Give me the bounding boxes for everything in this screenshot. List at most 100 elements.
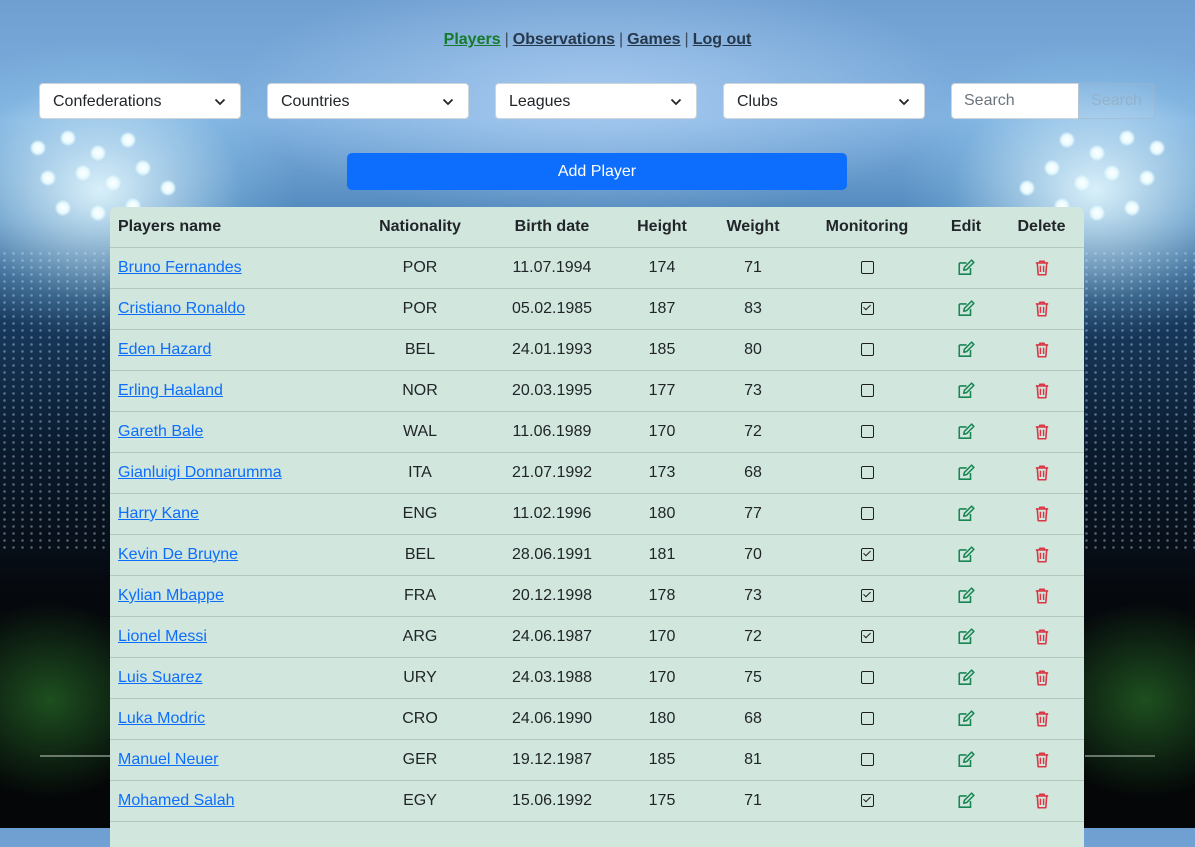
monitoring-checkbox[interactable] xyxy=(860,261,874,275)
player-name-link[interactable]: Eden Hazard xyxy=(118,341,211,358)
trash-icon[interactable] xyxy=(1033,751,1051,768)
edit-icon[interactable] xyxy=(957,423,975,440)
cell-weight: 68 xyxy=(705,452,801,494)
leagues-select[interactable]: Leagues xyxy=(495,83,697,119)
cell-birth-date: 20.12.1998 xyxy=(485,575,619,617)
edit-icon[interactable] xyxy=(957,505,975,522)
nav-observations-link[interactable]: Observations xyxy=(513,31,615,48)
cell-nationality: EGY xyxy=(355,780,485,822)
trash-icon[interactable] xyxy=(1033,710,1051,727)
edit-icon[interactable] xyxy=(957,546,975,563)
search-input[interactable] xyxy=(951,83,1079,119)
cell-birth-date: 24.06.1990 xyxy=(485,698,619,740)
player-name-link[interactable]: Erling Haaland xyxy=(118,382,223,399)
trash-icon[interactable] xyxy=(1033,300,1051,317)
clubs-select[interactable]: Clubs xyxy=(723,83,925,119)
monitoring-checkbox[interactable] xyxy=(860,712,874,726)
table-row: Cristiano Ronaldo POR 05.02.1985 187 83 xyxy=(110,288,1084,330)
cell-height: 180 xyxy=(619,698,705,740)
floodlight-dot xyxy=(1089,145,1105,161)
edit-icon[interactable] xyxy=(957,628,975,645)
players-table: Players name Nationality Birth date Heig… xyxy=(110,207,1084,822)
monitoring-checkbox[interactable] xyxy=(860,753,874,767)
edit-icon[interactable] xyxy=(957,382,975,399)
edit-icon[interactable] xyxy=(957,300,975,317)
monitoring-checkbox[interactable] xyxy=(860,425,874,439)
search-button[interactable]: Search xyxy=(1078,83,1155,119)
monitoring-checkbox[interactable] xyxy=(860,794,874,808)
cell-player-name: Luis Suarez xyxy=(110,657,355,699)
add-player-button[interactable]: Add Player xyxy=(347,153,847,190)
edit-icon[interactable] xyxy=(957,710,975,727)
player-name-link[interactable]: Manuel Neuer xyxy=(118,751,219,768)
edit-icon[interactable] xyxy=(957,669,975,686)
player-name-link[interactable]: Cristiano Ronaldo xyxy=(118,300,245,317)
floodlight-dot xyxy=(1149,140,1165,156)
nav-logout-link[interactable]: Log out xyxy=(693,31,752,48)
column-header-delete: Delete xyxy=(999,207,1084,248)
monitoring-checkbox[interactable] xyxy=(860,466,874,480)
cell-weight: 72 xyxy=(705,616,801,658)
cell-height: 178 xyxy=(619,575,705,617)
cell-weight: 73 xyxy=(705,370,801,412)
edit-icon[interactable] xyxy=(957,259,975,276)
trash-icon[interactable] xyxy=(1033,792,1051,809)
edit-icon[interactable] xyxy=(957,751,975,768)
player-name-link[interactable]: Mohamed Salah xyxy=(118,792,235,809)
cell-birth-date: 11.07.1994 xyxy=(485,247,619,289)
player-name-link[interactable]: Bruno Fernandes xyxy=(118,259,242,276)
table-row: Lionel Messi ARG 24.06.1987 170 72 xyxy=(110,616,1084,658)
cell-birth-date: 20.03.1995 xyxy=(485,370,619,412)
cell-nationality: CRO xyxy=(355,698,485,740)
player-name-link[interactable]: Lionel Messi xyxy=(118,628,207,645)
cell-height: 187 xyxy=(619,288,705,330)
cell-nationality: ITA xyxy=(355,452,485,494)
trash-icon[interactable] xyxy=(1033,464,1051,481)
trash-icon[interactable] xyxy=(1033,341,1051,358)
edit-icon[interactable] xyxy=(957,587,975,604)
cell-delete xyxy=(999,534,1084,576)
player-name-link[interactable]: Luis Suarez xyxy=(118,669,203,686)
player-name-link[interactable]: Harry Kane xyxy=(118,505,199,522)
player-name-link[interactable]: Luka Modric xyxy=(118,710,205,727)
cell-monitoring xyxy=(801,698,933,740)
trash-icon[interactable] xyxy=(1033,587,1051,604)
trash-icon[interactable] xyxy=(1033,505,1051,522)
confederations-select[interactable]: Confederations xyxy=(39,83,241,119)
cell-birth-date: 19.12.1987 xyxy=(485,739,619,781)
trash-icon[interactable] xyxy=(1033,259,1051,276)
table-row: Mohamed Salah EGY 15.06.1992 175 71 xyxy=(110,780,1084,822)
cell-delete xyxy=(999,247,1084,289)
cell-birth-date: 24.03.1988 xyxy=(485,657,619,699)
player-name-link[interactable]: Kevin De Bruyne xyxy=(118,546,238,563)
monitoring-checkbox[interactable] xyxy=(860,548,874,562)
cell-height: 173 xyxy=(619,452,705,494)
trash-icon[interactable] xyxy=(1033,423,1051,440)
monitoring-checkbox[interactable] xyxy=(860,589,874,603)
trash-icon[interactable] xyxy=(1033,382,1051,399)
player-name-link[interactable]: Gianluigi Donnarumma xyxy=(118,464,282,481)
nav-separator: | xyxy=(619,31,624,48)
edit-icon[interactable] xyxy=(957,341,975,358)
monitoring-checkbox[interactable] xyxy=(860,630,874,644)
edit-icon[interactable] xyxy=(957,792,975,809)
trash-icon[interactable] xyxy=(1033,546,1051,563)
player-name-link[interactable]: Kylian Mbappe xyxy=(118,587,224,604)
monitoring-checkbox[interactable] xyxy=(860,671,874,685)
nav-games-link[interactable]: Games xyxy=(627,31,680,48)
monitoring-checkbox[interactable] xyxy=(860,302,874,316)
nav-players-link[interactable]: Players xyxy=(444,31,501,48)
floodlight-dot xyxy=(1089,205,1105,221)
cell-monitoring xyxy=(801,370,933,412)
trash-icon[interactable] xyxy=(1033,628,1051,645)
player-name-link[interactable]: Gareth Bale xyxy=(118,423,203,440)
cell-nationality: NOR xyxy=(355,370,485,412)
trash-icon[interactable] xyxy=(1033,669,1051,686)
monitoring-checkbox[interactable] xyxy=(860,384,874,398)
monitoring-checkbox[interactable] xyxy=(860,343,874,357)
cell-height: 174 xyxy=(619,247,705,289)
monitoring-checkbox[interactable] xyxy=(860,507,874,521)
countries-select[interactable]: Countries xyxy=(267,83,469,119)
edit-icon[interactable] xyxy=(957,464,975,481)
pitch-line-left xyxy=(40,755,110,757)
